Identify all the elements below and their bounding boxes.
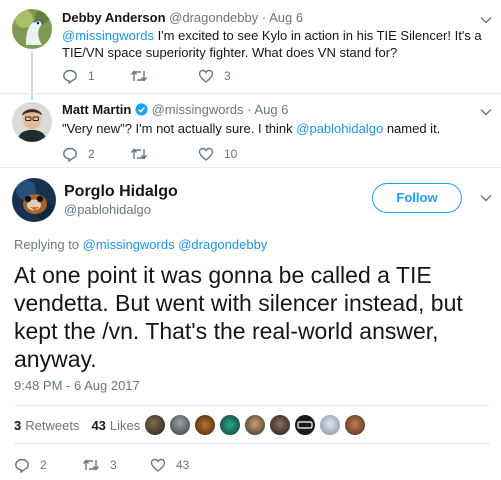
retweet-icon: [130, 70, 148, 82]
logo-icon: [297, 421, 313, 429]
like-button[interactable]: 43: [150, 457, 189, 473]
reply-count: 1: [88, 69, 95, 83]
likers-avatars: [144, 414, 369, 436]
tweet-text-part: TIE/VN space superiority fighter. What d…: [62, 45, 398, 60]
like-count: 43: [176, 458, 190, 472]
liker-avatar[interactable]: [144, 414, 166, 436]
liker-avatar[interactable]: [244, 414, 266, 436]
reply-count: 2: [88, 147, 95, 161]
tweet-actions: 1 3: [62, 68, 231, 84]
replying-prefix: Replying to: [14, 237, 83, 252]
retweet-stat-label[interactable]: Retweets: [25, 418, 79, 433]
retweet-icon: [130, 148, 148, 160]
replying-to-mentions[interactable]: @missingwords @dragondebby: [83, 237, 268, 252]
retweet-icon: [82, 459, 100, 471]
follow-button[interactable]: Follow: [372, 183, 462, 213]
liker-avatar[interactable]: [319, 414, 341, 436]
retweet-button[interactable]: 3: [82, 457, 150, 473]
tweet-date[interactable]: Aug 6: [269, 10, 303, 25]
liker-avatar[interactable]: [219, 414, 241, 436]
chevron-down-icon[interactable]: [478, 104, 494, 120]
heart-icon: [150, 458, 166, 472]
chevron-down-icon[interactable]: [478, 12, 494, 28]
tweet-actions: 2 10: [62, 146, 237, 162]
tweet-actions: 2 3 43: [14, 457, 189, 473]
divider: [14, 443, 490, 444]
like-stat-count[interactable]: 43: [91, 418, 105, 433]
liker-avatar[interactable]: [194, 414, 216, 436]
like-button[interactable]: 3: [198, 68, 231, 84]
reply-icon: [63, 147, 77, 162]
thread-line: [31, 52, 33, 94]
avatar[interactable]: [12, 102, 52, 142]
author-handle[interactable]: @pablohidalgo: [64, 202, 151, 217]
tweet-text-part: I'm excited to see Kylo in action in his…: [153, 28, 482, 43]
liker-avatar[interactable]: [294, 414, 316, 436]
like-count: 10: [224, 147, 238, 161]
mention-link[interactable]: @missingwords: [62, 28, 154, 43]
author-name[interactable]: Porglo Hidalgo: [64, 183, 178, 201]
author-handle[interactable]: @dragondebby: [169, 10, 258, 25]
tweet-date[interactable]: Aug 6: [254, 102, 288, 117]
tweet-timestamp[interactable]: 9:48 PM - 6 Aug 2017: [14, 378, 140, 393]
like-stat-label[interactable]: Likes: [110, 418, 140, 433]
tweet-matt[interactable]: Matt Martin @missingwords · Aug 6 "Very …: [0, 94, 501, 168]
retweet-button[interactable]: [130, 68, 198, 84]
like-button[interactable]: 10: [198, 146, 237, 162]
heart-icon: [198, 147, 214, 161]
tweet-debby[interactable]: Debby Anderson @dragondebby · Aug 6 @mis…: [0, 0, 501, 94]
separator-dot: ·: [247, 102, 252, 117]
divider: [0, 167, 501, 168]
reply-count: 2: [40, 458, 47, 472]
liker-avatar[interactable]: [344, 414, 366, 436]
liker-avatar[interactable]: [269, 414, 291, 436]
replying-to: Replying to @missingwords @dragondebby: [14, 237, 267, 252]
author-name[interactable]: Matt Martin: [62, 102, 131, 117]
separator-dot: ·: [261, 10, 267, 25]
author-name[interactable]: Debby Anderson: [62, 10, 166, 25]
retweet-stat-count[interactable]: 3: [14, 418, 21, 433]
retweet-count: 3: [110, 458, 117, 472]
divider: [14, 405, 490, 406]
tweet-text: @missingwords I'm excited to see Kylo in…: [62, 27, 482, 61]
tweet-text: "Very new"? I'm not actually sure. I thi…: [62, 120, 440, 137]
reply-button[interactable]: 2: [14, 457, 82, 473]
reply-icon: [63, 69, 77, 84]
chevron-down-icon[interactable]: [478, 190, 494, 206]
tweet-text-part: named it.: [383, 121, 441, 136]
avatar[interactable]: [12, 9, 52, 49]
tweet-text-part: "Very new"? I'm not actually sure. I thi…: [62, 121, 297, 136]
retweet-button[interactable]: [130, 146, 198, 162]
heart-icon: [198, 69, 214, 83]
reply-icon: [15, 458, 29, 473]
tweet-stats: 3 Retweets 43 Likes: [14, 418, 152, 433]
author-handle[interactable]: @missingwords: [152, 102, 244, 117]
thread-line: [31, 94, 33, 100]
reply-button[interactable]: 1: [62, 68, 130, 84]
avatar[interactable]: [12, 178, 56, 222]
verified-badge-icon: [135, 103, 148, 116]
like-count: 3: [224, 69, 231, 83]
mention-link[interactable]: @pablohidalgo: [296, 121, 383, 136]
reply-button[interactable]: 2: [62, 146, 130, 162]
liker-avatar[interactable]: [169, 414, 191, 436]
tweet-text: At one point it was gonna be called a TI…: [14, 262, 463, 372]
